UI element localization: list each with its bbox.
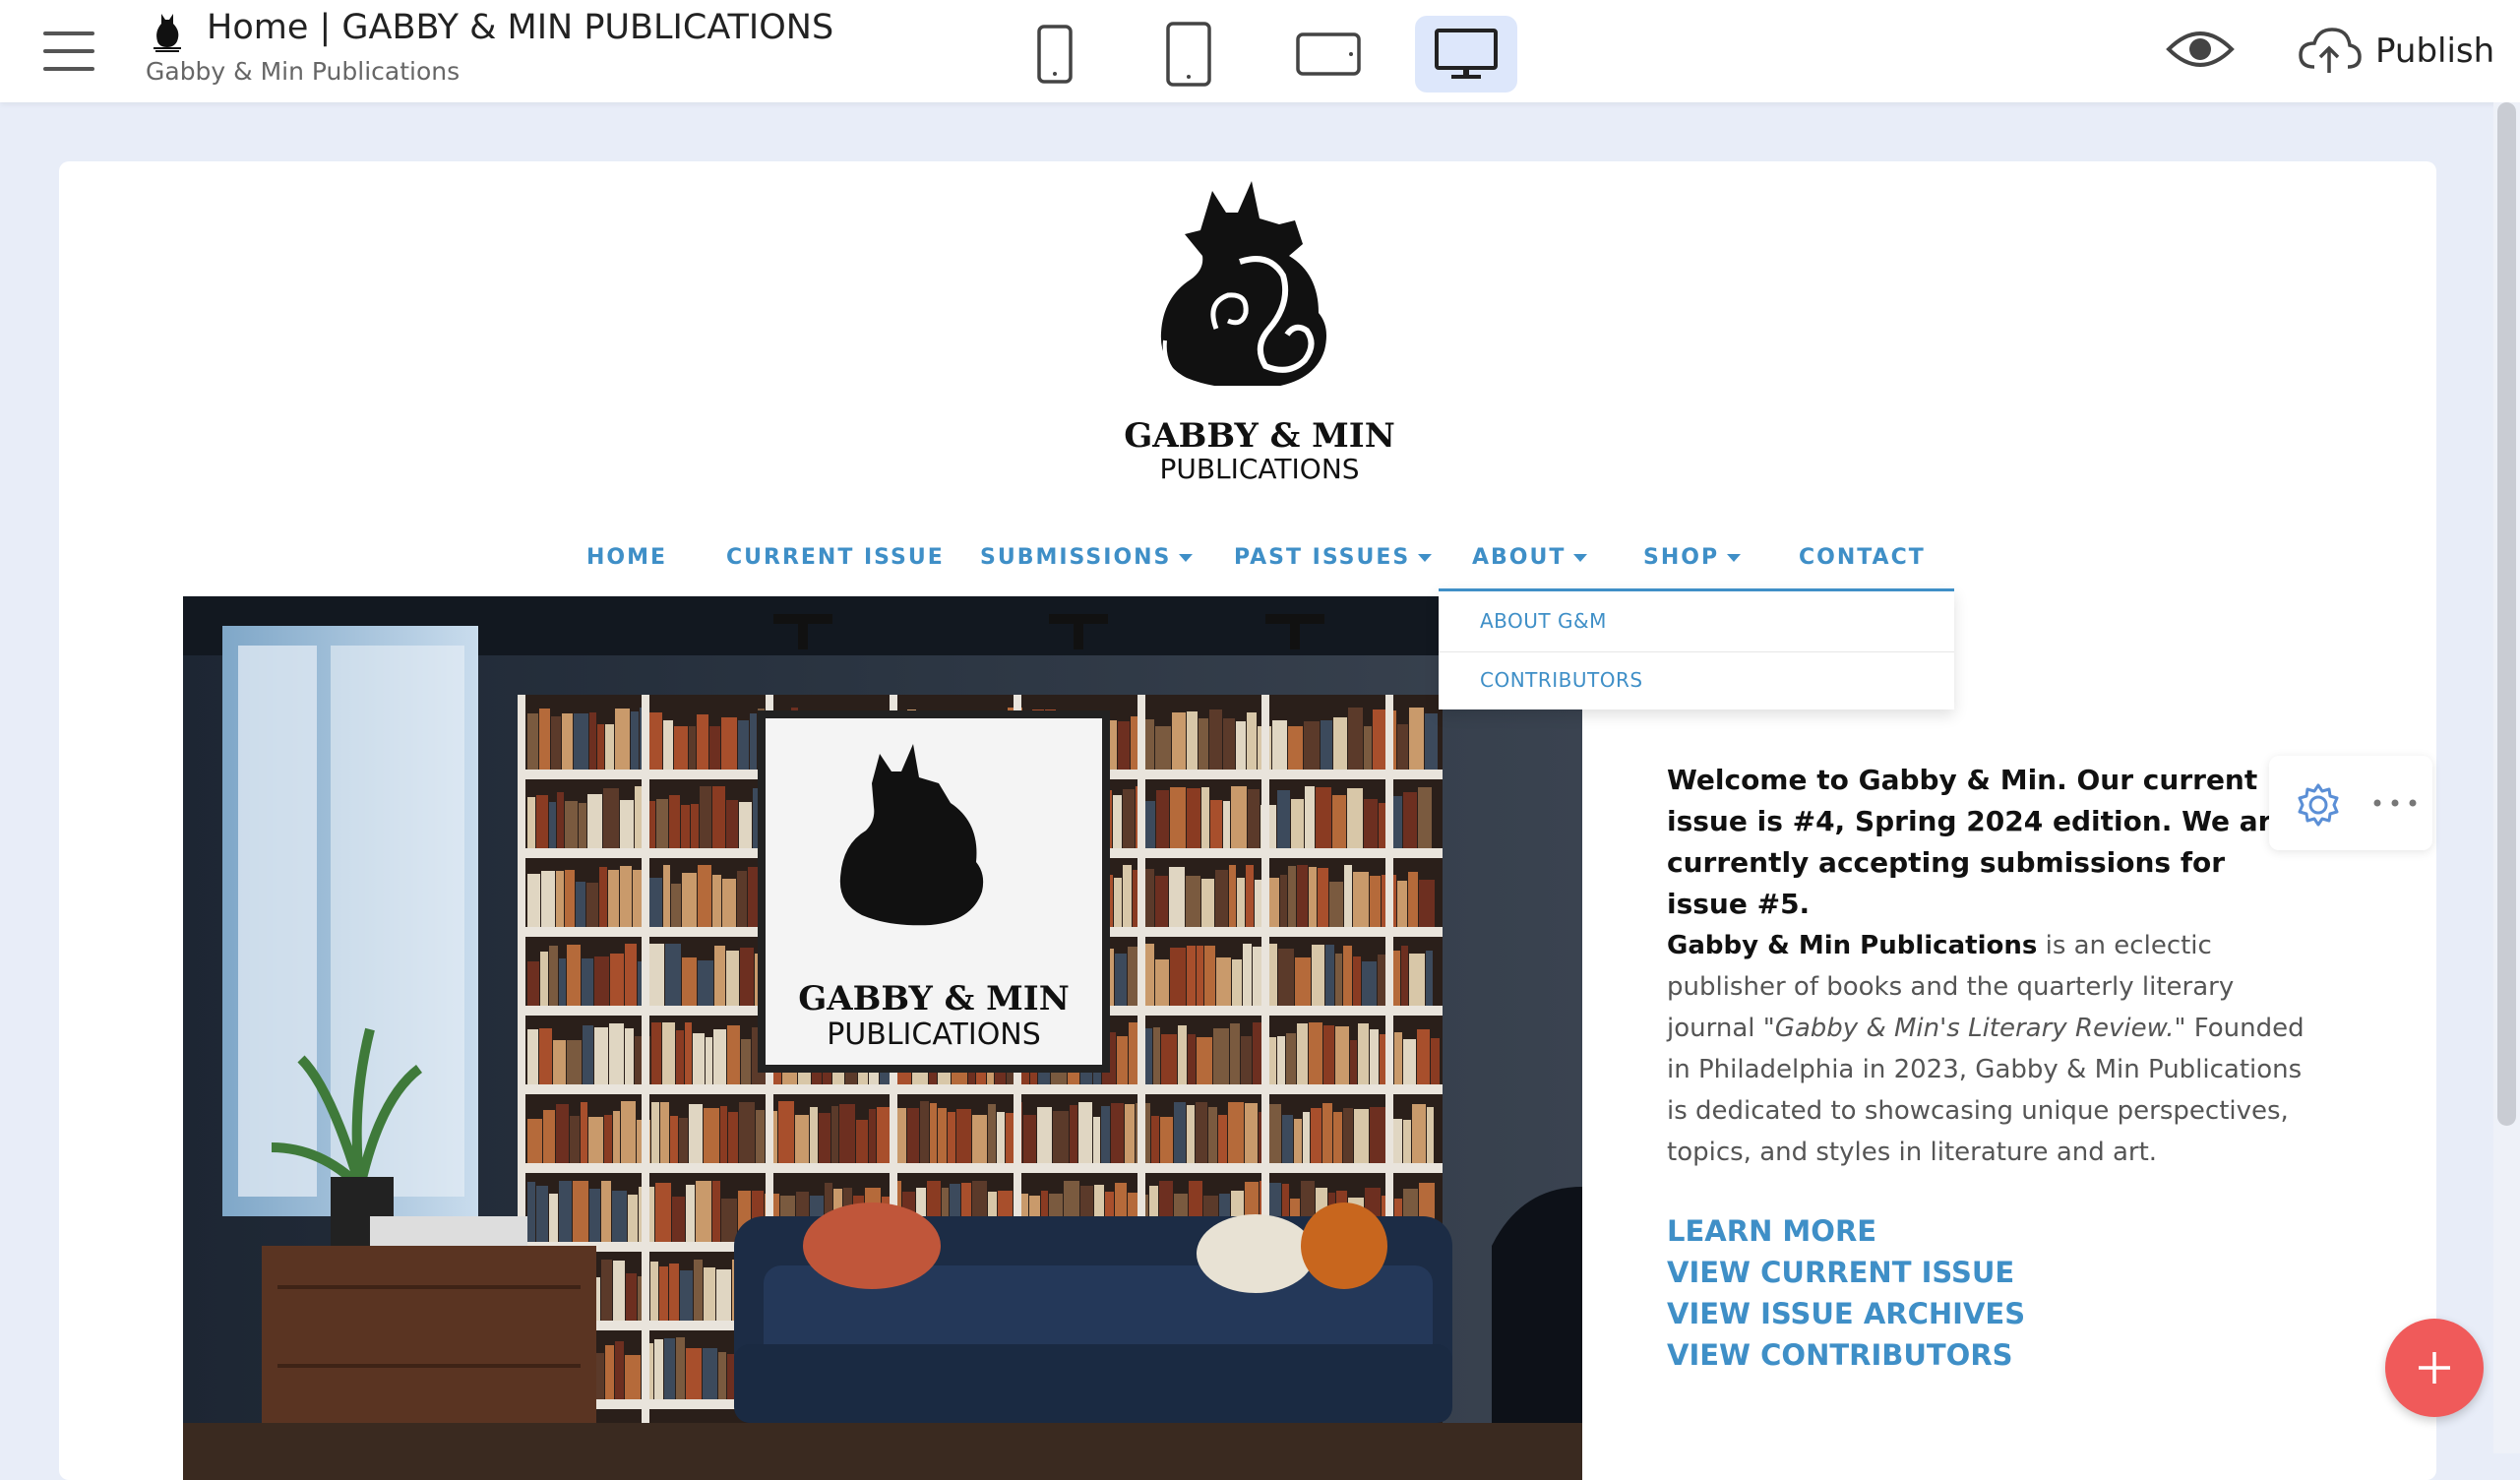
journal-name: "Gabby & Min's Literary Review." bbox=[1762, 1014, 2186, 1043]
nav-current-issue-label: CURRENT ISSUE bbox=[726, 545, 945, 570]
menu-item-contributors[interactable]: CONTRIBUTORS bbox=[1480, 668, 1643, 692]
canvas-scrollbar[interactable] bbox=[2493, 102, 2520, 1453]
tablet-view-button[interactable] bbox=[1137, 16, 1240, 92]
logo-line1: GABBY & MIN bbox=[1124, 416, 1395, 456]
hamburger-icon[interactable] bbox=[39, 30, 98, 73]
add-block-button[interactable] bbox=[2385, 1319, 2484, 1417]
scrollbar-thumb[interactable] bbox=[2497, 102, 2516, 1126]
nav-shop[interactable]: SHOP bbox=[1643, 545, 1742, 570]
desktop-icon bbox=[1435, 29, 1498, 79]
menu-divider bbox=[1439, 651, 1954, 652]
cloud-upload-icon bbox=[2299, 28, 2362, 73]
site-favicon bbox=[154, 14, 181, 52]
nav-submissions-label: SUBMISSIONS bbox=[980, 545, 1172, 570]
nav-about[interactable]: ABOUT bbox=[1472, 545, 1588, 570]
menu-item-about-gm[interactable]: ABOUT G&M bbox=[1480, 609, 1607, 633]
page-canvas: GABBY & MIN PUBLICATIONS HOME CURRENT IS… bbox=[59, 161, 2436, 1480]
cta-links: LEARN MORE VIEW CURRENT ISSUE VIEW ISSUE… bbox=[1667, 1210, 2025, 1376]
gear-icon[interactable] bbox=[2295, 781, 2342, 829]
publisher-name: Gabby & Min Publications bbox=[1667, 931, 2038, 960]
chevron-down-icon bbox=[1573, 554, 1588, 562]
preview-button[interactable] bbox=[2161, 22, 2240, 77]
more-dots-icon[interactable] bbox=[2371, 797, 2419, 809]
view-issue-archives-link[interactable]: VIEW ISSUE ARCHIVES bbox=[1667, 1293, 2025, 1334]
nav-past-issues-label: PAST ISSUES bbox=[1234, 545, 1411, 570]
intro-text: Welcome to Gabby & Min. Our current issu… bbox=[1667, 764, 2291, 920]
view-contributors-link[interactable]: VIEW CONTRIBUTORS bbox=[1667, 1334, 2025, 1376]
nav-contact[interactable]: CONTACT bbox=[1799, 545, 1926, 570]
site-logo[interactable]: GABBY & MIN PUBLICATIONS bbox=[1122, 173, 1397, 498]
phone-view-button[interactable] bbox=[1004, 16, 1106, 92]
nav-past-issues[interactable]: PAST ISSUES bbox=[1234, 545, 1433, 570]
publish-button[interactable]: Publish bbox=[2297, 20, 2494, 83]
nav-shop-label: SHOP bbox=[1643, 545, 1720, 570]
about-dropdown-menu: ABOUT G&M CONTRIBUTORS bbox=[1439, 588, 1954, 709]
nav-contact-label: CONTACT bbox=[1799, 545, 1926, 570]
desktop-view-button[interactable] bbox=[1415, 16, 1517, 92]
about-paragraph: Gabby & Min Publications is an eclectic … bbox=[1667, 925, 2316, 1173]
tablet-landscape-view-button[interactable] bbox=[1277, 16, 1380, 92]
plus-icon bbox=[2419, 1352, 2450, 1384]
main-nav: HOME CURRENT ISSUE SUBMISSIONS PAST ISSU… bbox=[59, 545, 2436, 585]
nav-home-label: HOME bbox=[586, 545, 668, 570]
logo-line2: PUBLICATIONS bbox=[1159, 453, 1359, 485]
page-title: Home | GABBY & MIN PUBLICATIONS bbox=[207, 8, 834, 47]
nav-about-label: ABOUT bbox=[1472, 545, 1567, 570]
chevron-down-icon bbox=[1179, 554, 1194, 562]
site-name: Gabby & Min Publications bbox=[146, 57, 461, 86]
eye-icon bbox=[2166, 31, 2235, 67]
phone-icon bbox=[1037, 25, 1073, 84]
tablet-landscape-icon bbox=[1296, 32, 1361, 76]
nav-submissions[interactable]: SUBMISSIONS bbox=[980, 545, 1194, 570]
chevron-down-icon bbox=[1727, 554, 1742, 562]
nav-current-issue[interactable]: CURRENT ISSUE bbox=[726, 545, 945, 570]
view-current-issue-link[interactable]: VIEW CURRENT ISSUE bbox=[1667, 1252, 2025, 1293]
editor-toolbar: Home | GABBY & MIN PUBLICATIONS Gabby & … bbox=[0, 0, 2520, 102]
chevron-down-icon bbox=[1418, 554, 1433, 562]
publish-label: Publish bbox=[2375, 31, 2495, 71]
poster-logo-line1: GABBY & MIN bbox=[798, 979, 1070, 1018]
poster-logo-line2: PUBLICATIONS bbox=[827, 1018, 1041, 1052]
tablet-icon bbox=[1166, 22, 1211, 87]
learn-more-link[interactable]: LEARN MORE bbox=[1667, 1210, 2025, 1252]
block-toolbar bbox=[2269, 756, 2432, 850]
nav-home[interactable]: HOME bbox=[586, 545, 667, 570]
hero-image[interactable]: GABBY & MIN PUBLICATIONS bbox=[183, 596, 1582, 1480]
